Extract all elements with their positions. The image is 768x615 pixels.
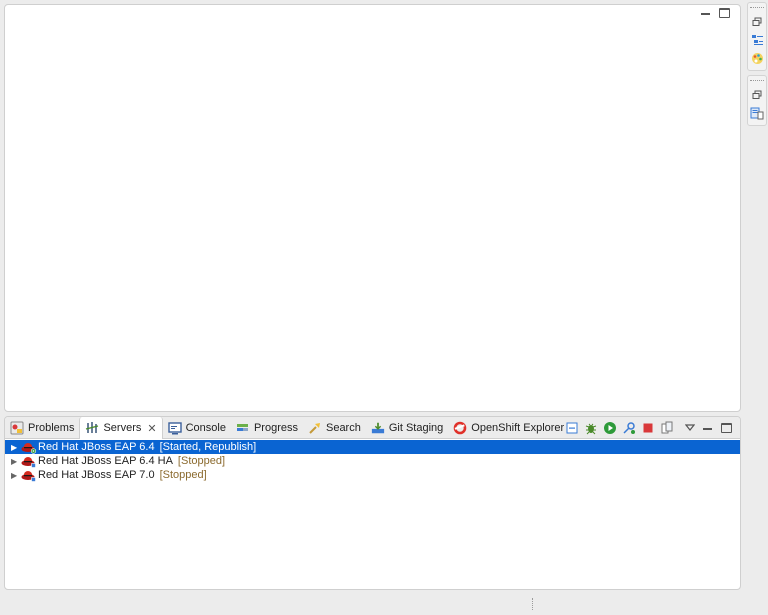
- jboss-server-icon: [21, 441, 37, 454]
- views-panel: Problems Servers ✕ Console Progress Sear…: [4, 416, 741, 590]
- server-row[interactable]: ▶ Red Hat JBoss EAP 6.4 [Started, Republ…: [5, 440, 740, 454]
- server-name: Red Hat JBoss EAP 6.4: [38, 441, 155, 453]
- progress-icon: [236, 421, 250, 435]
- tab-problems[interactable]: Problems: [5, 417, 79, 438]
- trim-stack-outline: [747, 2, 767, 71]
- expand-arrow-icon[interactable]: ▶: [11, 443, 21, 452]
- restore-icon[interactable]: [750, 15, 764, 29]
- tab-label: Progress: [253, 421, 298, 434]
- stop-server-icon[interactable]: [641, 421, 655, 435]
- profile-server-icon[interactable]: [622, 421, 636, 435]
- tab-openshift-explorer[interactable]: OpenShift Explorer: [448, 417, 569, 438]
- view-menu-icon[interactable]: [683, 421, 697, 435]
- tab-label: OpenShift Explorer: [471, 421, 565, 434]
- tab-label: Search: [325, 421, 361, 434]
- publish-icon[interactable]: [660, 421, 674, 435]
- maximize-icon[interactable]: [719, 8, 730, 18]
- git-staging-icon: [371, 421, 385, 435]
- editor-area: [4, 4, 741, 412]
- tab-label: Git Staging: [388, 421, 444, 434]
- server-name: Red Hat JBoss EAP 6.4 HA: [38, 455, 173, 467]
- openshift-icon: [453, 421, 467, 435]
- server-state: [Stopped]: [177, 455, 226, 467]
- expand-arrow-icon[interactable]: ▶: [11, 457, 21, 466]
- minimize-icon[interactable]: [702, 423, 713, 434]
- server-state: [Started, Republish]: [159, 441, 257, 453]
- drag-handle[interactable]: [750, 80, 764, 83]
- tab-git-staging[interactable]: Git Staging: [366, 417, 448, 438]
- jboss-server-icon: [21, 455, 37, 468]
- maximize-icon[interactable]: [721, 423, 732, 433]
- tab-label: Console: [185, 421, 226, 434]
- tab-label: Problems: [28, 421, 75, 434]
- tab-servers[interactable]: Servers ✕: [79, 417, 163, 439]
- minimize-icon[interactable]: [700, 8, 711, 19]
- servers-view-toolbar: [565, 421, 732, 435]
- server-row[interactable]: ▶ Red Hat JBoss EAP 6.4 HA [Stopped]: [5, 454, 740, 468]
- status-bar-grip[interactable]: [532, 598, 535, 610]
- search-icon: [308, 421, 322, 435]
- outline-view-icon[interactable]: [750, 33, 764, 47]
- close-icon[interactable]: ✕: [147, 422, 156, 435]
- console-icon: [167, 421, 182, 435]
- tab-search[interactable]: Search: [303, 417, 366, 438]
- properties-view-icon[interactable]: [750, 106, 764, 120]
- servers-icon: [85, 421, 99, 435]
- tab-console[interactable]: Console: [163, 417, 231, 438]
- problems-icon: [10, 421, 24, 435]
- server-state: [Stopped]: [159, 469, 207, 481]
- tab-label: Servers: [103, 422, 142, 434]
- drag-handle[interactable]: [750, 7, 764, 10]
- trim-stack-secondary: [747, 75, 767, 126]
- jboss-server-icon: [21, 469, 37, 482]
- start-server-icon[interactable]: [603, 421, 617, 435]
- server-name: Red Hat JBoss EAP 7.0: [38, 469, 155, 481]
- view-tab-bar: Problems Servers ✕ Console Progress Sear…: [5, 417, 740, 439]
- restore-icon[interactable]: [750, 88, 764, 102]
- debug-server-icon[interactable]: [584, 421, 598, 435]
- expand-arrow-icon[interactable]: ▶: [11, 471, 21, 480]
- collapse-all-icon[interactable]: [565, 421, 579, 435]
- tab-progress[interactable]: Progress: [231, 417, 303, 438]
- server-row[interactable]: ▶ Red Hat JBoss EAP 7.0 [Stopped]: [5, 468, 740, 482]
- editor-area-controls: [700, 8, 730, 19]
- palette-view-icon[interactable]: [750, 51, 764, 65]
- servers-tree: ▶ Red Hat JBoss EAP 6.4 [Started, Republ…: [5, 439, 740, 482]
- trim-toolbar: [746, 2, 768, 130]
